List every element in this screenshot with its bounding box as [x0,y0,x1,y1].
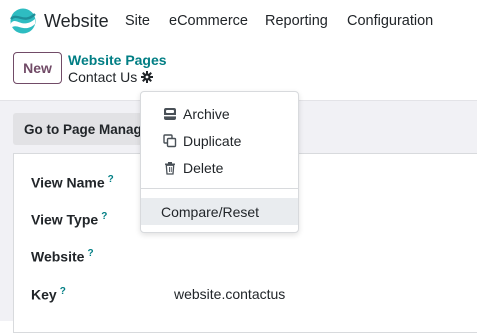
breadcrumb-current: Contact Us [68,69,154,85]
breadcrumb-current-label: Contact Us [68,69,138,85]
actions-dropdown: Archive Duplicate Delete Compare/Reset [140,91,299,233]
breadcrumb-parent[interactable]: Website Pages [68,52,167,68]
menu-reporting[interactable]: Reporting [265,13,328,29]
website-app-icon[interactable] [10,8,36,34]
help-icon[interactable]: ? [108,174,114,185]
duplicate-menu-item[interactable]: Duplicate [141,127,298,154]
view-name-label: View Name? [31,174,114,191]
view-type-label: View Type? [31,211,108,228]
key-label: Key? [31,286,66,303]
help-icon[interactable]: ? [60,286,66,297]
website-label: Website? [31,248,94,265]
compare-reset-menu-item[interactable]: Compare/Reset [141,198,298,225]
archive-menu-item[interactable]: Archive [141,100,298,127]
app-name[interactable]: Website [44,11,109,32]
help-icon[interactable]: ? [101,211,107,222]
menu-ecommerce[interactable]: eCommerce [169,13,248,29]
new-button[interactable]: New [13,52,62,84]
menu-site[interactable]: Site [125,13,150,29]
trash-icon [165,161,175,175]
menu-configuration[interactable]: Configuration [347,13,433,29]
top-navbar: Website Site eCommerce Reporting Configu… [0,0,477,42]
key-value[interactable]: website.contactus [174,286,285,302]
archive-icon [164,107,176,120]
gear-icon[interactable] [141,71,154,83]
menu-divider [141,188,298,189]
duplicate-icon [163,133,177,147]
help-icon[interactable]: ? [87,248,93,259]
delete-menu-item[interactable]: Delete [141,154,298,181]
